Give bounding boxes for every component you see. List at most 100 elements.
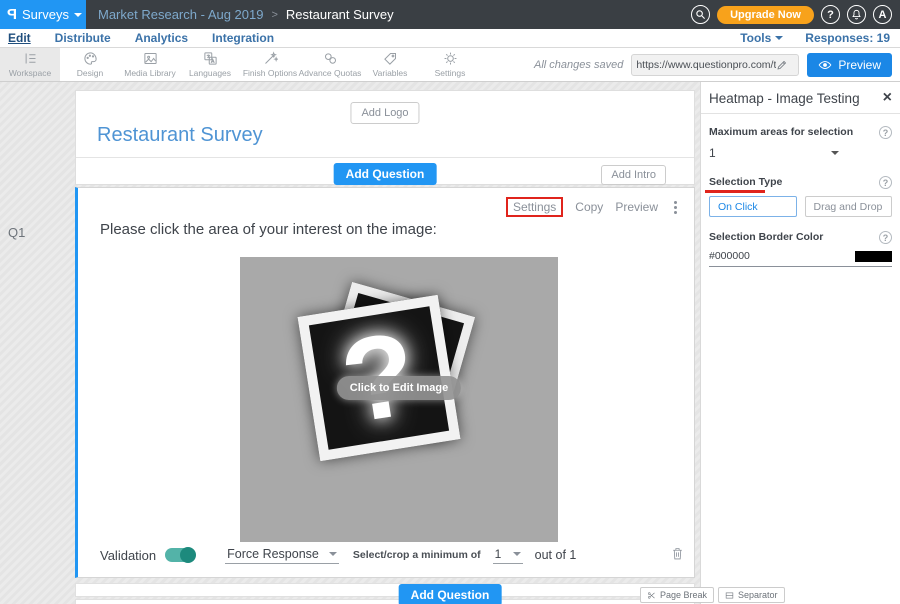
page-break-label: Page Break xyxy=(660,590,707,600)
survey-header-card: Add Logo Restaurant Survey Add Question … xyxy=(75,90,695,185)
max-areas-select[interactable]: 1 xyxy=(709,146,839,160)
min-selection-suffix: out of 1 xyxy=(535,548,577,562)
toolbar-right: All changes saved Preview xyxy=(534,48,900,81)
breadcrumb-current: Restaurant Survey xyxy=(286,7,394,22)
add-question-button-bottom[interactable]: Add Question xyxy=(399,584,502,604)
validation-row: Validation Force Response Select/crop a … xyxy=(100,546,684,564)
bell-icon xyxy=(851,9,862,20)
toolbar-media-library[interactable]: Media Library xyxy=(120,48,180,81)
toolbar-settings-label: Settings xyxy=(435,68,466,78)
min-selection-select[interactable]: 1 xyxy=(493,547,523,564)
wand-icon xyxy=(263,51,278,66)
tab-integration[interactable]: Integration xyxy=(212,31,274,45)
notifications-button[interactable] xyxy=(847,5,866,24)
question-text[interactable]: Please click the area of your interest o… xyxy=(100,221,437,238)
question-actions: Settings Copy Preview xyxy=(506,197,681,217)
tab-distribute[interactable]: Distribute xyxy=(55,31,111,45)
add-logo-button[interactable]: Add Logo xyxy=(350,102,419,124)
toolbar-advance-quotas[interactable]: Advance Quotas xyxy=(300,48,360,81)
heatmap-settings-panel: Heatmap - Image Testing × Maximum areas … xyxy=(700,82,900,604)
divider xyxy=(76,157,694,158)
toolbar-settings[interactable]: Settings xyxy=(420,48,480,81)
questionpro-logo-icon: P xyxy=(7,6,17,23)
section-nav: Edit Distribute Analytics Integration To… xyxy=(0,29,900,48)
validation-mode-value: Force Response xyxy=(227,547,319,561)
nav-right: Tools Responses: 19 xyxy=(740,31,900,45)
chevron-down-icon xyxy=(513,552,521,556)
question-card: Settings Copy Preview Please click the a… xyxy=(75,187,695,578)
page-break-button[interactable]: Page Break xyxy=(640,587,714,603)
help-icon[interactable]: ? xyxy=(879,231,892,244)
help-icon[interactable]: ? xyxy=(879,176,892,189)
preview-button[interactable]: Preview xyxy=(807,53,892,77)
upgrade-now-button[interactable]: Upgrade Now xyxy=(717,6,814,24)
color-swatch[interactable] xyxy=(855,251,892,262)
account-avatar[interactable]: A xyxy=(873,5,892,24)
panel-header: Heatmap - Image Testing × xyxy=(709,90,892,106)
toolbar-finish-options[interactable]: Finish Options xyxy=(240,48,300,81)
help-button[interactable]: ? xyxy=(821,5,840,24)
toolbar-finish-options-label: Finish Options xyxy=(243,68,297,78)
pencil-icon[interactable] xyxy=(776,59,788,71)
divider xyxy=(701,113,900,114)
validation-toggle[interactable] xyxy=(165,548,195,562)
workspace-icon xyxy=(23,51,38,66)
toolbar-variables[interactable]: Variables xyxy=(360,48,420,81)
survey-url-input[interactable] xyxy=(636,59,776,71)
separator-button[interactable]: Separator xyxy=(718,587,785,603)
question-code: Q1 xyxy=(8,225,25,240)
image-icon xyxy=(143,51,158,66)
question-more-menu[interactable] xyxy=(670,199,681,216)
border-color-field: Selection Border Color ? xyxy=(709,231,892,244)
close-icon[interactable]: × xyxy=(883,90,892,106)
save-status-text: All changes saved xyxy=(534,59,623,71)
question-settings-button[interactable]: Settings xyxy=(506,197,563,217)
gear-icon xyxy=(443,51,458,66)
chevron-down-icon xyxy=(831,151,839,155)
tag-icon xyxy=(383,51,398,66)
tab-analytics[interactable]: Analytics xyxy=(135,31,188,45)
validation-mode-select[interactable]: Force Response xyxy=(225,547,339,564)
tab-edit[interactable]: Edit xyxy=(8,31,31,45)
separator-label: Separator xyxy=(738,590,778,600)
separator-icon xyxy=(725,591,734,600)
click-to-edit-image-button[interactable]: Click to Edit Image xyxy=(337,376,461,400)
selection-type-label: Selection Type xyxy=(709,176,782,188)
add-intro-button[interactable]: Add Intro xyxy=(601,165,666,185)
palette-icon xyxy=(83,51,98,66)
toggle-knob xyxy=(180,547,196,563)
breadcrumb-parent-link[interactable]: Market Research - Aug 2019 xyxy=(98,7,263,22)
toolbar-languages-label: Languages xyxy=(189,68,231,78)
editor-toolbar: Workspace Design Media Library Languages… xyxy=(0,48,900,82)
survey-title[interactable]: Restaurant Survey xyxy=(97,124,263,147)
questionpro-app: P Surveys Market Research - Aug 2019 > R… xyxy=(0,0,900,604)
question-mark-icon: ? xyxy=(827,9,834,21)
delete-question-button[interactable] xyxy=(671,546,684,564)
next-block-card xyxy=(75,599,695,604)
surveys-menu-label: Surveys xyxy=(22,7,69,22)
responses-count-link[interactable]: Responses: 19 xyxy=(805,31,890,45)
toolbar-variables-label: Variables xyxy=(373,68,408,78)
toolbar-workspace-label: Workspace xyxy=(9,68,51,78)
drag-and-drop-option[interactable]: Drag and Drop xyxy=(805,196,893,217)
tools-menu[interactable]: Tools xyxy=(740,31,783,45)
toolbar-workspace[interactable]: Workspace xyxy=(0,48,60,81)
border-color-value[interactable]: #000000 xyxy=(709,250,750,262)
search-button[interactable] xyxy=(691,5,710,24)
toolbar-languages[interactable]: Languages xyxy=(180,48,240,81)
surveys-product-menu[interactable]: P Surveys xyxy=(0,0,86,29)
question-preview-button[interactable]: Preview xyxy=(615,200,658,214)
topbar: P Surveys Market Research - Aug 2019 > R… xyxy=(0,0,900,29)
toolbar-design[interactable]: Design xyxy=(60,48,120,81)
max-areas-field: Maximum areas for selection ? xyxy=(709,126,892,139)
panel-title: Heatmap - Image Testing xyxy=(709,91,860,106)
question-copy-button[interactable]: Copy xyxy=(575,200,603,214)
min-selection-prefix: Select/crop a minimum of xyxy=(353,549,481,561)
chevron-down-icon xyxy=(775,36,783,40)
avatar-initial: A xyxy=(879,9,887,21)
help-icon[interactable]: ? xyxy=(879,126,892,139)
border-color-label: Selection Border Color xyxy=(709,231,823,243)
heatmap-image-placeholder[interactable]: ? Click to Edit Image xyxy=(240,257,558,542)
add-question-button-top[interactable]: Add Question xyxy=(334,163,437,185)
on-click-option[interactable]: On Click xyxy=(709,196,797,217)
